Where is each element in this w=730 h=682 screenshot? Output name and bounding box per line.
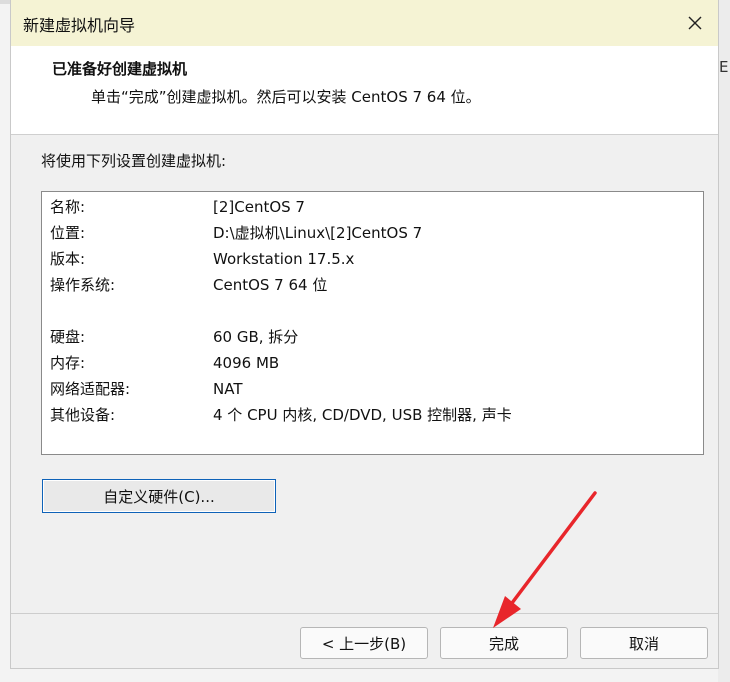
summary-value: 4096 MB — [213, 354, 280, 372]
summary-row-os: 操作系统: CentOS 7 64 位 — [50, 273, 690, 297]
summary-row-network: 网络适配器: NAT — [50, 377, 690, 401]
summary-row-name: 名称: [2]CentOS 7 — [50, 195, 690, 219]
summary-label: 硬盘: — [50, 328, 86, 346]
back-button[interactable]: < 上一步(B) — [300, 627, 428, 659]
footer-divider — [11, 613, 718, 614]
page-subtitle: 单击“完成”创建虚拟机。然后可以安装 CentOS 7 64 位。 — [91, 88, 481, 106]
cancel-button[interactable]: 取消 — [580, 627, 708, 659]
summary-value: CentOS 7 64 位 — [213, 276, 328, 294]
summary-value: 60 GB, 拆分 — [213, 328, 299, 346]
close-icon — [688, 16, 702, 30]
summary-label: 内存: — [50, 354, 86, 372]
summary-label: 网络适配器: — [50, 380, 131, 398]
summary-row-location: 位置: D:\虚拟机\Linux\[2]CentOS 7 — [50, 221, 690, 245]
summary-label: 操作系统: — [50, 276, 116, 294]
window-title: 新建虚拟机向导 — [23, 16, 136, 35]
summary-label: 其他设备: — [50, 406, 116, 424]
finish-button[interactable]: 完成 — [440, 627, 568, 659]
summary-value: [2]CentOS 7 — [213, 198, 305, 216]
summary-label: 版本: — [50, 250, 86, 268]
summary-label: 位置: — [50, 224, 86, 242]
page-title: 已准备好创建虚拟机 — [52, 60, 188, 78]
summary-value: D:\虚拟机\Linux\[2]CentOS 7 — [213, 224, 423, 242]
summary-intro-label: 将使用下列设置创建虚拟机: — [41, 152, 227, 170]
background-window-text: E — [719, 58, 729, 76]
background-window-edge — [718, 0, 730, 682]
summary-label: 名称: — [50, 198, 86, 216]
close-button[interactable] — [672, 0, 718, 46]
summary-row-other-devices: 其他设备: 4 个 CPU 内核, CD/DVD, USB 控制器, 声卡 — [50, 403, 690, 427]
summary-row-version: 版本: Workstation 17.5.x — [50, 247, 690, 271]
summary-value: NAT — [213, 380, 243, 398]
summary-row-disk: 硬盘: 60 GB, 拆分 — [50, 325, 690, 349]
settings-summary-box: 名称: [2]CentOS 7 位置: D:\虚拟机\Linux\[2]Cent… — [41, 191, 704, 455]
summary-value: Workstation 17.5.x — [213, 250, 355, 268]
title-bar: 新建虚拟机向导 — [11, 0, 718, 46]
summary-value: 4 个 CPU 内核, CD/DVD, USB 控制器, 声卡 — [213, 406, 512, 424]
new-vm-wizard-dialog: 新建虚拟机向导 已准备好创建虚拟机 单击“完成”创建虚拟机。然后可以安装 Cen… — [10, 0, 719, 669]
wizard-header: 已准备好创建虚拟机 单击“完成”创建虚拟机。然后可以安装 CentOS 7 64… — [11, 46, 718, 135]
customize-hardware-button[interactable]: 自定义硬件(C)... — [42, 479, 276, 513]
summary-row-memory: 内存: 4096 MB — [50, 351, 690, 375]
